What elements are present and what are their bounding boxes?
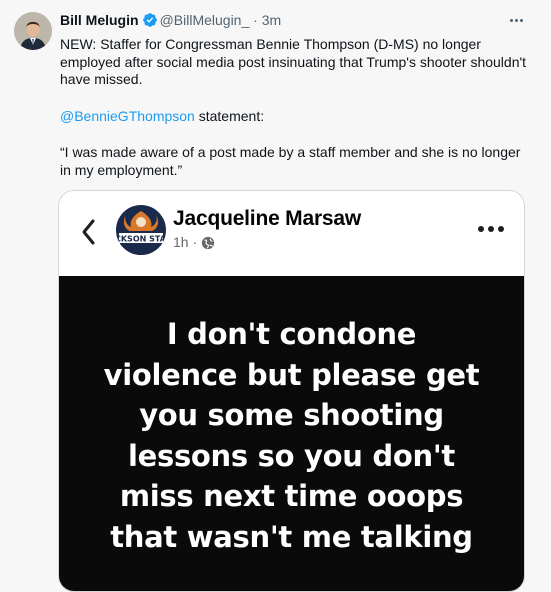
embedded-post-time: 1h	[173, 234, 189, 250]
separator-text: ·	[253, 12, 258, 28]
post-text-line: you some shooting	[139, 398, 444, 432]
tweet[interactable]: Bill Melugin @BillMelugin_ · 3m NEW: Staf…	[0, 0, 551, 592]
post-text-line: I don't condone	[166, 317, 417, 351]
tweet-quote: “I was made aware of a post made by a st…	[60, 144, 521, 178]
post-text-line: that wasn't me talking	[110, 519, 473, 554]
embedded-post-more-icon	[478, 223, 504, 235]
embedded-post-body: I don't condone violence but please get …	[59, 276, 524, 591]
mention-suffix: statement:	[194, 107, 265, 124]
more-dot	[519, 18, 523, 22]
author-name[interactable]: Bill Melugin	[60, 12, 139, 28]
avatar-photo	[14, 12, 52, 50]
more-dot	[514, 18, 518, 22]
mention-link[interactable]: @BennieGThompson	[60, 108, 195, 124]
post-text-line: lessons so you don't	[128, 438, 455, 473]
tweet-header: Bill Melugin @BillMelugin_ · 3m	[60, 12, 281, 31]
author-handle[interactable]: @BillMelugin_	[160, 12, 250, 28]
timestamp[interactable]: 3m	[262, 12, 281, 28]
globe-icon	[201, 236, 215, 250]
media-image[interactable]: JACKSON STATE Jacqueline Marsaw 1h · I d…	[58, 190, 525, 592]
embedded-post-avatar: JACKSON STATE	[116, 205, 166, 255]
embedded-post-text: I don't condone violence but please get …	[59, 314, 524, 557]
post-text-line: violence but please get	[103, 357, 480, 392]
embedded-post-separator: ·	[192, 234, 198, 250]
post-text-line: miss next time ooops	[119, 479, 464, 513]
avatar[interactable]	[14, 12, 52, 50]
embedded-post-author: Jacqueline Marsaw	[173, 207, 362, 230]
jackson-state-logo: JACKSON STATE	[116, 205, 166, 255]
fb-more-dot	[498, 226, 504, 232]
fb-more-dot	[478, 226, 484, 232]
more-dot	[509, 18, 513, 22]
tweet-text: NEW: Staffer for Congressman Bennie Thom…	[60, 36, 530, 179]
embedded-post-header: JACKSON STATE Jacqueline Marsaw 1h ·	[59, 191, 524, 275]
more-options-icon[interactable]	[503, 10, 529, 30]
tweet-paragraph: NEW: Staffer for Congressman Bennie Thom…	[60, 36, 527, 87]
embedded-post-meta: 1h ·	[173, 234, 215, 250]
back-arrow-icon	[82, 219, 95, 245]
fb-more-dot	[488, 226, 494, 232]
tweet-mention-line: @BennieGThompson statement:	[60, 108, 530, 126]
logo-text: JACKSON STATE	[116, 235, 166, 244]
verified-badge-icon	[142, 12, 158, 31]
separator-dot: ·	[249, 12, 261, 28]
